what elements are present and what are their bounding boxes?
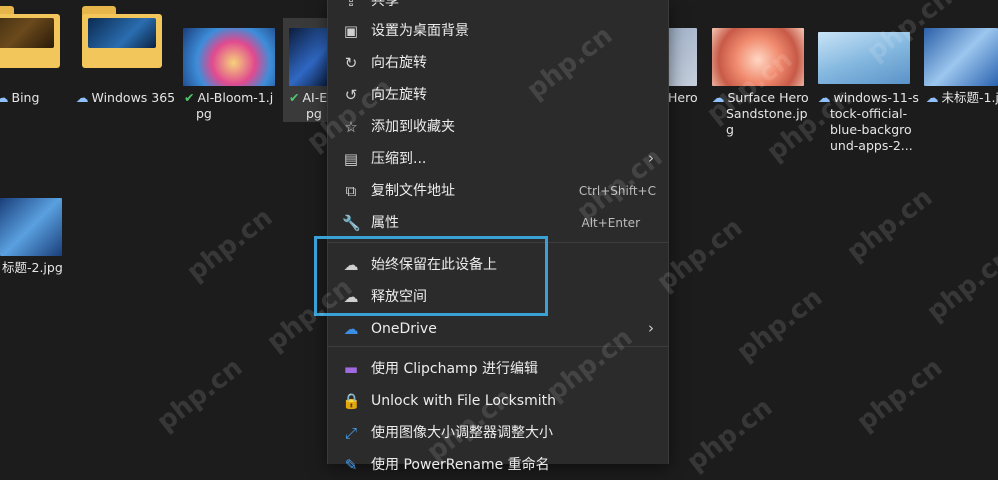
menu-item-label: Unlock with File Locksmith xyxy=(371,393,556,409)
file-label: ☁ 未标题-1.j xyxy=(926,90,998,105)
file-label: ✔ AI-E xyxy=(289,90,328,105)
folder-icon xyxy=(0,6,60,68)
menu-item-label: 压缩到... xyxy=(371,151,427,167)
menu-item-label: 使用 PowerRename 重命名 xyxy=(371,457,550,473)
menu-item-label: 添加到收藏夹 xyxy=(371,119,455,135)
file-label: 标题-2.jpg xyxy=(2,260,63,275)
menu-item-share[interactable]: ⇪ 共享 xyxy=(328,0,668,16)
menu-item-label: OneDrive xyxy=(371,321,437,337)
onedrive-icon: ☁ xyxy=(343,320,359,338)
file-label: und-apps-2... xyxy=(830,138,913,153)
zip-icon: ▤ xyxy=(343,150,359,168)
menu-item-set-wallpaper[interactable]: ▣ 设置为桌面背景 xyxy=(328,16,668,46)
image-thumbnail xyxy=(0,198,62,256)
rotate-right-icon: ↻ xyxy=(344,54,358,72)
watermark: php.cn xyxy=(151,352,249,438)
highlight-box xyxy=(314,236,548,316)
watermark: php.cn xyxy=(841,182,939,268)
share-icon: ⇪ xyxy=(344,0,358,10)
file-label: ✔ AI-Bloom-1.j xyxy=(184,90,274,105)
folder-icon xyxy=(82,6,162,68)
image-thumbnail xyxy=(924,28,998,86)
wallpaper-icon: ▣ xyxy=(343,22,359,40)
copy-path-icon: ⧉ xyxy=(345,182,357,200)
menu-item-label: 使用 Clipchamp 进行编辑 xyxy=(371,361,539,377)
image-thumbnail xyxy=(289,28,327,86)
file-label: Hero xyxy=(668,90,698,105)
file-label: blue-backgro xyxy=(830,122,912,137)
watermark: php.cn xyxy=(681,392,779,478)
menu-item-label: 设置为桌面背景 xyxy=(371,23,469,39)
menu-item-label: 属性 xyxy=(371,215,399,231)
wrench-icon: 🔧 xyxy=(342,214,361,232)
menu-item-powerrename[interactable]: ✎ 使用 PowerRename 重命名 xyxy=(328,450,668,480)
image-thumbnail xyxy=(183,28,275,86)
menu-item-label: 向右旋转 xyxy=(371,55,427,71)
resize-icon: ⤢ xyxy=(344,424,357,442)
image-thumbnail xyxy=(667,28,697,86)
watermark: php.cn xyxy=(731,282,829,368)
file-label: ☁ Windows 365 xyxy=(76,90,176,105)
file-label: g xyxy=(726,122,734,137)
watermark: php.cn xyxy=(181,202,279,288)
menu-item-properties[interactable]: 🔧 属性 Alt+Enter xyxy=(328,208,668,238)
chevron-right-icon: › xyxy=(648,319,654,337)
file-label: ☁ Bing xyxy=(0,90,40,105)
file-label: pg xyxy=(196,106,212,121)
menu-item-label: 复制文件地址 xyxy=(371,183,455,199)
menu-item-label: 共享 xyxy=(371,0,399,9)
rename-icon: ✎ xyxy=(344,456,358,474)
lock-icon: 🔒 xyxy=(342,392,361,410)
menu-item-image-resizer[interactable]: ⤢ 使用图像大小调整器调整大小 xyxy=(328,418,668,448)
menu-item-add-favorites[interactable]: ☆ 添加到收藏夹 xyxy=(328,112,668,142)
clipchamp-icon: ▬ xyxy=(343,360,359,378)
watermark: php.cn xyxy=(851,352,949,438)
watermark: php.cn xyxy=(921,242,998,328)
